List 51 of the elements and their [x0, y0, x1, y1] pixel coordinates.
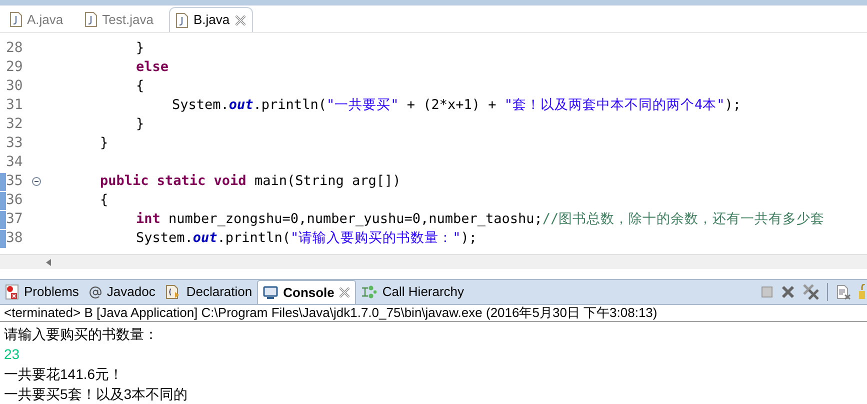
close-icon[interactable]	[339, 287, 350, 298]
code-line: }	[100, 135, 108, 152]
line-number: 36	[6, 191, 24, 210]
output-text: 一共要花141.6元！	[4, 365, 124, 384]
code-line: System.out.println("一共要买" + (2*x+1) + "套！以及两套中本不同的两个4本");	[172, 97, 742, 114]
view-tab[interactable]: Javadoc	[84, 280, 160, 304]
java-file-icon	[10, 12, 22, 27]
line-number: 32	[6, 115, 24, 134]
line-number: 33	[6, 134, 24, 153]
view-tab[interactable]: Console	[257, 280, 356, 304]
line-number: 31	[6, 96, 24, 115]
editor-tab[interactable]: A.java	[4, 7, 70, 32]
remove-all-icon[interactable]	[803, 284, 819, 300]
close-icon[interactable]	[234, 14, 246, 26]
code-line: System.out.println("请输入要购买的书数量：");	[136, 230, 477, 246]
hierarchy-icon	[361, 285, 378, 299]
lock-icon[interactable]	[859, 284, 865, 300]
monitor-icon	[263, 286, 278, 300]
input-text: 23	[4, 345, 20, 364]
clear-console-icon[interactable]	[836, 284, 851, 300]
editor-tab[interactable]: B.java	[169, 7, 253, 32]
console-header: <terminated> B [Java Application] C:\Program Files\Java\jdk1.7.0_75\bin\javaw.exe (2016年5月30日 下午3:08:13)	[4, 304, 658, 322]
line-number: 37	[6, 210, 24, 229]
java-file-icon	[176, 12, 188, 28]
line-number: 29	[6, 58, 24, 77]
view-tab[interactable]: Problems	[0, 280, 84, 304]
code-line: {	[100, 192, 108, 208]
code-line: int number_zongshu=0,number_yushu=0,number_taoshu;//图书总数，除十的余数，还有一共有多少套	[136, 211, 825, 228]
code-line: {	[136, 78, 144, 94]
line-number: 34	[6, 153, 24, 172]
remove-icon[interactable]	[781, 285, 795, 299]
java-file-icon	[85, 12, 98, 27]
editor-tab[interactable]: Test.java	[79, 7, 160, 32]
output-text: 一共要买5套！以及3本不同的	[4, 385, 188, 404]
view-tab[interactable]: Declaration	[160, 280, 258, 304]
line-number: 28	[6, 39, 24, 58]
scroll-left-icon[interactable]	[46, 258, 51, 266]
code-line: else	[136, 59, 169, 76]
code-line: }	[136, 40, 144, 56]
document-icon	[165, 284, 182, 300]
line-number: 30	[6, 77, 24, 96]
problems-icon	[5, 284, 19, 300]
view-tab[interactable]: Call Hierarchy	[356, 280, 470, 304]
output-text: 请输入要购买的书数量：	[4, 325, 158, 344]
line-number: 38	[6, 229, 24, 248]
code-line: public static void main(String arg[])	[100, 173, 401, 190]
line-number: 35	[6, 172, 24, 191]
code-line: }	[136, 116, 144, 132]
collapse-icon[interactable]	[32, 177, 41, 186]
at-sign-icon	[88, 286, 102, 298]
stop-icon[interactable]	[761, 286, 773, 298]
